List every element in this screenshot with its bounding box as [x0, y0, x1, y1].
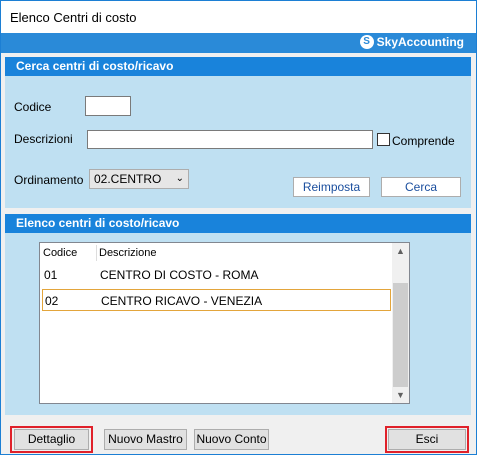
list-item-selected[interactable]: 02 CENTRO RICAVO - VENEZIA: [42, 289, 391, 311]
comprende-checkbox[interactable]: [377, 133, 390, 146]
column-header-codice[interactable]: Codice: [43, 247, 77, 259]
codice-input[interactable]: [85, 96, 131, 116]
descrizioni-label: Descrizioni: [14, 132, 73, 146]
codice-label: Codice: [14, 100, 52, 114]
chevron-down-icon: ⌄: [175, 173, 184, 184]
reimposta-button[interactable]: Reimposta: [293, 177, 370, 197]
row-descrizione: CENTRO DI COSTO - ROMA: [100, 268, 259, 282]
dettaglio-highlight: [10, 426, 93, 453]
list-header: Codice Descrizione: [40, 243, 392, 261]
brand-bar: S SkyAccounting: [1, 33, 476, 53]
row-descrizione: CENTRO RICAVO - VENEZIA: [101, 294, 263, 308]
search-panel-header: Cerca centri di costo/ricavo: [5, 57, 471, 76]
search-panel-title: Cerca centri di costo/ricavo: [16, 59, 174, 73]
esci-highlight: [385, 426, 469, 453]
title-bar: Elenco Centri di costo: [1, 1, 476, 33]
descrizioni-input[interactable]: [87, 130, 373, 149]
vertical-scrollbar[interactable]: ▲ ▼: [392, 243, 409, 403]
cloud-logo-icon: S: [359, 35, 374, 49]
column-header-descrizione[interactable]: Descrizione: [99, 247, 156, 259]
cerca-button[interactable]: Cerca: [381, 177, 461, 197]
scroll-down-icon[interactable]: ▼: [392, 390, 409, 400]
dialog-window: Elenco Centri di costo S SkyAccounting C…: [0, 0, 477, 455]
row-codice: 01: [44, 268, 58, 282]
column-separator: [96, 245, 97, 261]
row-codice: 02: [45, 294, 59, 308]
list-panel-header: Elenco centri di costo/ricavo: [5, 214, 471, 233]
list-panel-title: Elenco centri di costo/ricavo: [16, 216, 180, 230]
ordinamento-label: Ordinamento: [14, 173, 84, 187]
nuovo-mastro-button[interactable]: Nuovo Mastro: [104, 429, 187, 450]
nuovo-conto-button[interactable]: Nuovo Conto: [194, 429, 269, 450]
window-title: Elenco Centri di costo: [10, 10, 137, 25]
ordinamento-select[interactable]: 02.CENTRO ⌄: [89, 169, 189, 189]
scrollbar-thumb[interactable]: [393, 283, 408, 387]
ordinamento-value: 02.CENTRO: [94, 172, 162, 186]
comprende-label: Comprende: [392, 134, 455, 148]
scroll-up-icon[interactable]: ▲: [392, 246, 409, 256]
brand-name: SkyAccounting: [376, 35, 464, 49]
list-item[interactable]: 01 CENTRO DI COSTO - ROMA: [42, 264, 391, 286]
centri-list[interactable]: Codice Descrizione 01 CENTRO DI COSTO - …: [39, 242, 410, 404]
brand-logo: S SkyAccounting: [359, 35, 464, 49]
